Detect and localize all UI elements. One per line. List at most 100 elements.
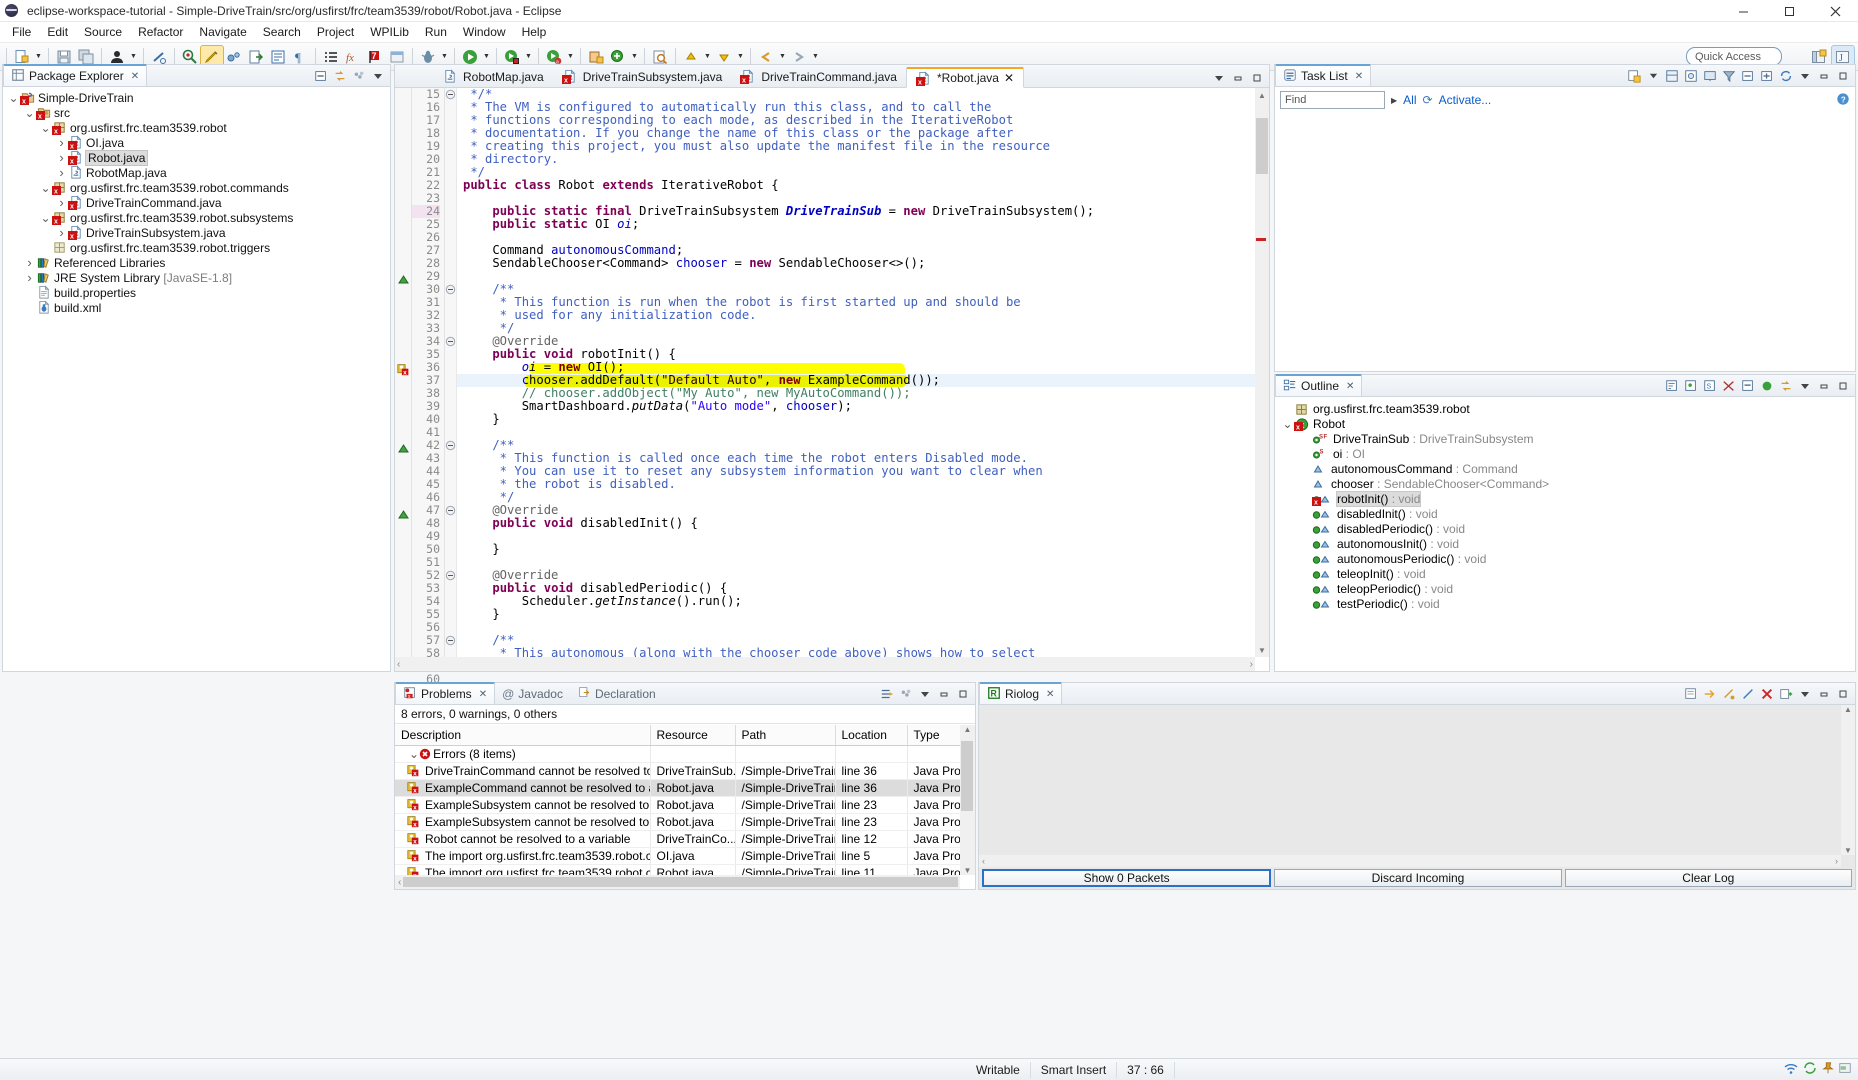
menu-refactor[interactable]: Refactor bbox=[130, 23, 191, 41]
code-line[interactable] bbox=[463, 426, 1269, 439]
scroll-left-icon[interactable]: ‹ bbox=[397, 659, 400, 670]
editor-tab-drivetrainsubsystem-java[interactable]: xDriveTrainSubsystem.java bbox=[553, 66, 732, 87]
chevron-down-icon[interactable]: ⌄ bbox=[39, 214, 52, 222]
minimize-icon[interactable] bbox=[1815, 685, 1833, 703]
chevron-down-icon[interactable]: ⌄ bbox=[409, 747, 419, 761]
chevron-down-icon[interactable]: ⌄ bbox=[7, 94, 20, 102]
new-task-dropdown-icon[interactable] bbox=[1644, 67, 1662, 85]
discard-incoming-button[interactable]: Discard Incoming bbox=[1274, 869, 1561, 887]
view-menu-icon[interactable] bbox=[350, 67, 368, 85]
column-location[interactable]: Location bbox=[835, 725, 907, 746]
tree-item-org-usfirst-frc-team3539-robot-subsystems[interactable]: ⌄xorg.usfirst.frc.team3539.robot.subsyst… bbox=[3, 210, 390, 225]
tree-item-robotmap-java[interactable]: ›RobotMap.java bbox=[3, 165, 390, 180]
column-resource[interactable]: Resource bbox=[650, 725, 735, 746]
outline-item-robot[interactable]: ⌄CxRobot bbox=[1275, 416, 1855, 431]
chevron-down-icon[interactable]: ⌄ bbox=[39, 124, 52, 132]
all-filter-link[interactable]: All bbox=[1403, 93, 1416, 107]
editor-tab-robot-java[interactable]: x*Robot.java✕ bbox=[906, 67, 1024, 88]
collapse-all-icon[interactable] bbox=[312, 67, 330, 85]
menu-navigate[interactable]: Navigate bbox=[191, 23, 254, 41]
chevron-right-icon[interactable]: › bbox=[55, 165, 68, 180]
tree-item-org-usfirst-frc-team3539-robot[interactable]: ⌄xorg.usfirst.frc.team3539.robot bbox=[3, 120, 390, 135]
disconnect-icon[interactable] bbox=[1739, 685, 1757, 703]
hide-fields-icon[interactable] bbox=[1682, 377, 1700, 395]
minimize-icon[interactable] bbox=[1229, 69, 1247, 87]
add-icon[interactable] bbox=[1777, 685, 1795, 703]
activate-link[interactable]: Activate... bbox=[1439, 93, 1492, 107]
problem-description-cell[interactable]: xRobot cannot be resolved to a variable bbox=[395, 831, 650, 848]
tree-item-robot-java[interactable]: ›xRobot.java bbox=[3, 150, 390, 165]
close-icon[interactable]: ✕ bbox=[1346, 381, 1354, 392]
problem-description-cell[interactable]: xExampleSubsystem cannot be resolved to … bbox=[395, 797, 650, 814]
problems-row[interactable]: xExampleSubsystem cannot be resolved to … bbox=[395, 814, 975, 831]
package-explorer-tree[interactable]: ⌄xSimple-DriveTrain⌄xsrc⌄xorg.usfirst.fr… bbox=[3, 87, 390, 315]
sort-icon[interactable] bbox=[1663, 377, 1681, 395]
synchronize-icon[interactable] bbox=[1777, 67, 1795, 85]
clear-log-button[interactable]: Clear Log bbox=[1565, 869, 1852, 887]
close-icon[interactable]: ✕ bbox=[479, 689, 487, 700]
chevron-down-icon[interactable]: ⌄ bbox=[1281, 420, 1294, 428]
fold-toggle[interactable] bbox=[445, 569, 456, 582]
code-line[interactable] bbox=[463, 556, 1269, 569]
chevron-down-icon[interactable]: ⌄ bbox=[39, 184, 52, 192]
code-line[interactable]: SendableChooser<Command> chooser = new S… bbox=[463, 257, 1269, 270]
view-menu-chevron-icon[interactable] bbox=[1796, 377, 1814, 395]
code-line[interactable]: * directory. bbox=[463, 153, 1269, 166]
maximize-icon[interactable] bbox=[1834, 377, 1852, 395]
code-line[interactable]: * the robot is disabled. bbox=[463, 478, 1269, 491]
tab-task-list[interactable]: Task List ✕ bbox=[1275, 64, 1371, 86]
close-icon[interactable]: ✕ bbox=[131, 71, 139, 82]
presentation-icon[interactable] bbox=[1701, 67, 1719, 85]
outline-item-oi[interactable]: Soi : OI bbox=[1275, 446, 1855, 461]
view-menu-chevron-icon[interactable] bbox=[1796, 67, 1814, 85]
code-line[interactable] bbox=[463, 621, 1269, 634]
code-line[interactable]: } bbox=[463, 543, 1269, 556]
menu-edit[interactable]: Edit bbox=[39, 23, 76, 41]
close-icon[interactable]: ✕ bbox=[1355, 71, 1363, 82]
code-line[interactable] bbox=[463, 270, 1269, 283]
menu-help[interactable]: Help bbox=[514, 23, 555, 41]
problems-vertical-scrollbar[interactable]: ▲ ▼ bbox=[960, 725, 975, 875]
chevron-right-icon[interactable]: › bbox=[23, 270, 36, 285]
show-packets-button[interactable]: Show 0 Packets bbox=[982, 869, 1271, 887]
code-line[interactable]: Scheduler.getInstance().run(); bbox=[463, 595, 1269, 608]
outline-item-testperiodic[interactable]: testPeriodic() : void bbox=[1275, 596, 1855, 611]
hide-nonpublic-icon[interactable] bbox=[1720, 377, 1738, 395]
close-icon[interactable]: ✕ bbox=[1046, 689, 1054, 700]
close-icon[interactable]: ✕ bbox=[1004, 71, 1014, 85]
fold-toggle[interactable] bbox=[445, 335, 456, 348]
problems-row[interactable]: xThe import org.usfirst.frc.team3539.rob… bbox=[395, 848, 975, 865]
view-menu-chevron-icon[interactable] bbox=[916, 685, 934, 703]
tree-item-org-usfirst-frc-team3539-robot-triggers[interactable]: org.usfirst.frc.team3539.robot.triggers bbox=[3, 240, 390, 255]
filter-icon[interactable] bbox=[1720, 67, 1738, 85]
editor-horizontal-scrollbar[interactable]: ‹ › bbox=[395, 657, 1255, 671]
fold-toggle[interactable] bbox=[445, 504, 456, 517]
minimize-icon[interactable] bbox=[935, 685, 953, 703]
outline-item-autonomousperiodic[interactable]: autonomousPeriodic() : void bbox=[1275, 551, 1855, 566]
minimize-icon[interactable] bbox=[1815, 67, 1833, 85]
tab-riolog[interactable]: R Riolog ✕ bbox=[979, 682, 1062, 704]
fold-toggle[interactable] bbox=[445, 88, 456, 101]
problem-description-cell[interactable]: xThe import org.usfirst.frc.team3539.rob… bbox=[395, 865, 650, 876]
chevron-right-icon[interactable]: › bbox=[55, 150, 68, 165]
categorize-icon[interactable] bbox=[1663, 67, 1681, 85]
expand-all-icon[interactable] bbox=[1758, 67, 1776, 85]
tree-item-referenced-libraries[interactable]: ›Referenced Libraries bbox=[3, 255, 390, 270]
tree-item-org-usfirst-frc-team3539-robot-commands[interactable]: ⌄xorg.usfirst.frc.team3539.robot.command… bbox=[3, 180, 390, 195]
menu-window[interactable]: Window bbox=[455, 23, 514, 41]
problems-group-cell[interactable]: ⌄Errors (8 items) bbox=[395, 746, 650, 763]
error-overview-marker[interactable] bbox=[1256, 238, 1266, 241]
editor-tab-drivetraincommand-java[interactable]: xDriveTrainCommand.java bbox=[731, 66, 906, 87]
problems-horizontal-scrollbar[interactable]: ‹ bbox=[395, 875, 960, 889]
code-line[interactable]: } bbox=[463, 413, 1269, 426]
error-marker-icon[interactable]: x bbox=[397, 363, 410, 376]
code-line[interactable]: public class Robot extends IterativeRobo… bbox=[463, 179, 1269, 192]
pin-icon[interactable] bbox=[1821, 1061, 1835, 1078]
code-line[interactable] bbox=[463, 530, 1269, 543]
outline-item-chooser[interactable]: chooser : SendableChooser<Command> bbox=[1275, 476, 1855, 491]
collapse-all-icon[interactable] bbox=[1739, 67, 1757, 85]
problem-description-cell[interactable]: xExampleCommand cannot be resolved to a … bbox=[395, 780, 650, 797]
outline-item-drivetrainsub[interactable]: SFDriveTrainSub : DriveTrainSubsystem bbox=[1275, 431, 1855, 446]
terminate-icon[interactable] bbox=[1758, 685, 1776, 703]
tree-item-build-xml[interactable]: build.xml bbox=[3, 300, 390, 315]
